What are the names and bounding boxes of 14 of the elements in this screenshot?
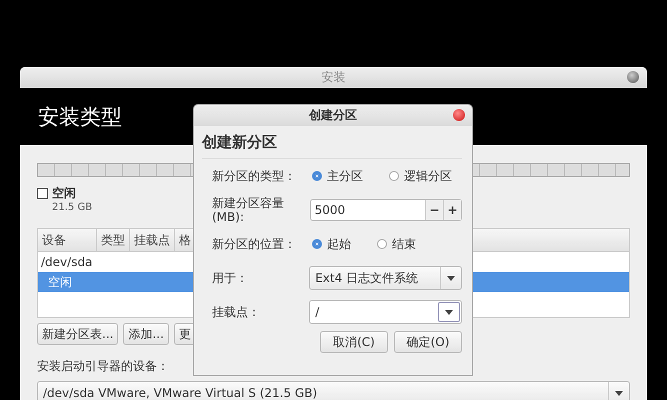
window-title: 安装 xyxy=(322,69,346,86)
bootloader-label: 安装启动引导器的设备： xyxy=(37,358,170,375)
table-cell: 空闲 xyxy=(48,275,72,289)
free-space-label: 空闲 xyxy=(52,185,76,202)
page-heading: 安装类型 xyxy=(38,104,122,130)
field-label: 新分区的类型： xyxy=(212,169,297,183)
field-label: 用于： xyxy=(212,271,249,285)
dialog-heading: 创建新分区 xyxy=(202,126,462,159)
field-label: 新分区的位置： xyxy=(212,237,297,251)
free-space-size: 21.5 GB xyxy=(52,202,92,213)
table-cell: /dev/sda xyxy=(41,255,92,269)
dialog-title: 创建分区 xyxy=(309,107,357,124)
field-label: 新建分区容量 (MB): xyxy=(212,196,285,224)
field-label: 挂载点： xyxy=(212,305,261,319)
